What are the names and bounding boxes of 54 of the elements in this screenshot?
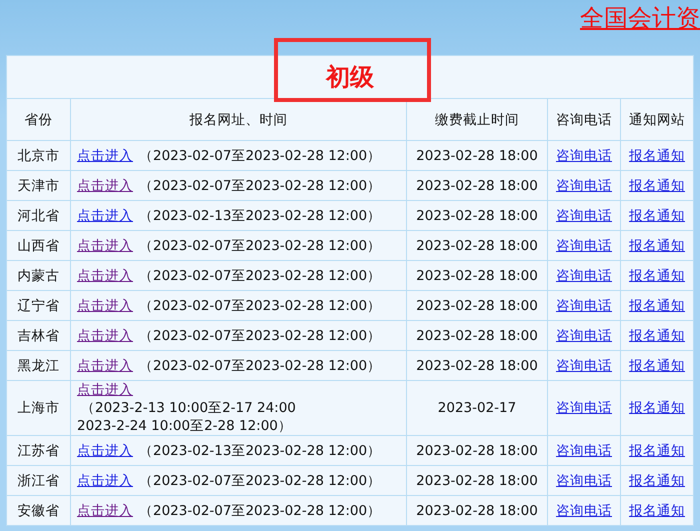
table-title: 初级: [326, 63, 374, 91]
enter-link[interactable]: 点击进入: [77, 148, 133, 164]
period-text: 2023-2-24 10:00至2-28 12:00）: [77, 418, 292, 434]
table-cell: 吉林省: [6, 320, 70, 350]
table-cell: 安徽省: [6, 496, 70, 526]
table-cell: 2023-02-28 18:00: [406, 230, 548, 260]
period-text: （2023-02-13至2023-02-28 12:00）: [139, 442, 382, 458]
table-cell: 北京市: [6, 140, 70, 170]
period-text: （2023-02-07至2023-02-28 12:00）: [139, 328, 382, 344]
table-cell: 2023-02-28 18:00: [406, 320, 548, 350]
column-header: 咨询电话: [548, 98, 620, 140]
period-text: （2023-2-13 10:00至2-17 24:00: [81, 400, 296, 416]
table-cell: 2023-02-28 18:00: [406, 200, 548, 230]
period-text: （2023-02-07至2023-02-28 12:00）: [139, 298, 382, 314]
enter-link[interactable]: 点击进入: [77, 442, 133, 458]
period-text: （2023-02-07至2023-02-28 12:00）: [139, 148, 382, 164]
enter-link[interactable]: 点击进入: [77, 472, 133, 488]
table-cell: 2023-02-28 18:00: [406, 170, 548, 200]
period-text: （2023-02-07至2023-02-28 12:00）: [139, 268, 382, 284]
enter-link[interactable]: 点击进入: [77, 208, 133, 224]
column-header: 省份: [6, 98, 70, 140]
period-text: （2023-02-13至2023-02-28 12:00）: [139, 208, 382, 224]
table-cell: 2023-02-17: [406, 380, 548, 436]
table-cell: 辽宁省: [6, 290, 70, 320]
table-cell: 江苏省: [6, 436, 70, 466]
enter-link[interactable]: 点击进入: [77, 178, 133, 194]
enter-link[interactable]: 点击进入: [77, 502, 133, 518]
table-cell: 上海市: [6, 380, 70, 436]
period-text: （2023-02-07至2023-02-28 12:00）: [139, 358, 382, 374]
table-cell: 2023-02-28 18:00: [406, 350, 548, 380]
table-cell: 内蒙古: [6, 260, 70, 290]
table-cell: 2023-02-28 18:00: [406, 436, 548, 466]
enter-link[interactable]: 点击进入: [77, 298, 133, 314]
enter-link[interactable]: 点击进入: [77, 358, 133, 374]
table-cell: 河北省: [6, 200, 70, 230]
enter-link[interactable]: 点击进入: [77, 238, 133, 254]
table-cell: 浙江省: [6, 466, 70, 496]
column-header: 缴费截止时间: [406, 98, 548, 140]
enter-link[interactable]: 点击进入: [77, 382, 133, 398]
period-text: （2023-02-07至2023-02-28 12:00）: [139, 238, 382, 254]
period-text: （2023-02-07至2023-02-28 12:00）: [139, 178, 382, 194]
column-header: 通知网站: [620, 98, 694, 140]
table-cell: 山西省: [6, 230, 70, 260]
table-cell: 黑龙江: [6, 350, 70, 380]
table-cell: 2023-02-28 18:00: [406, 290, 548, 320]
table-cell: 天津市: [6, 170, 70, 200]
table-cell: 2023-02-28 18:00: [406, 466, 548, 496]
enter-link[interactable]: 点击进入: [77, 268, 133, 284]
table-cell: 2023-02-28 18:00: [406, 140, 548, 170]
table-cell: 2023-02-28 18:00: [406, 260, 548, 290]
period-text: （2023-02-07至2023-02-28 12:00）: [139, 472, 382, 488]
table-cell: 2023-02-28 18:00: [406, 496, 548, 526]
enter-link[interactable]: 点击进入: [77, 328, 133, 344]
period-text: （2023-02-07至2023-02-28 12:00）: [139, 502, 382, 518]
